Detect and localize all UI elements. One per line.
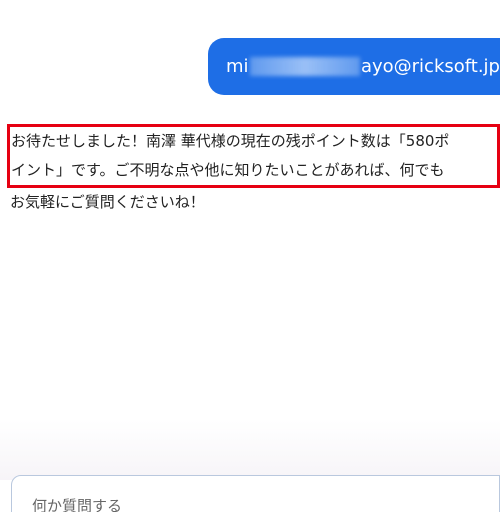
assistant-message-line: お気軽にご質問くださいね！ [10, 193, 205, 211]
highlight-box: お待たせしました！南澤 華代様の現在の残ポイント数は「580ポ イント」です。ご… [7, 124, 500, 188]
assistant-message-line: お待たせしました！南澤 華代様の現在の残ポイント数は「580ポ [11, 132, 450, 150]
assistant-message: お待たせしました！南澤 華代様の現在の残ポイント数は「580ポ イント」です。ご… [7, 124, 500, 217]
chat-page: mi ayo@ricksoft.jp お待たせしました！南澤 華代様の現在の残ポイ… [0, 0, 500, 512]
composer-fade [0, 420, 500, 480]
assistant-message-line: イント」です。ご不明な点や他に知りたいことがあれば、何でも [11, 161, 445, 179]
composer [11, 475, 500, 512]
redacted-email-blur [249, 57, 360, 76]
user-email-suffix: ayo@ricksoft.jp [360, 56, 500, 77]
question-input[interactable] [30, 496, 474, 512]
user-email-prefix: mi [226, 56, 249, 77]
user-message-bubble: mi ayo@ricksoft.jp [208, 38, 500, 95]
